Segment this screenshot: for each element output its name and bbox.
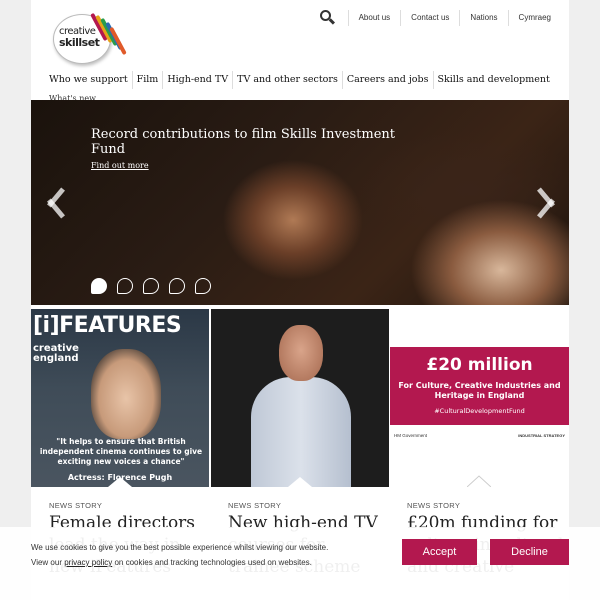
funding-footer: HM Government INDUSTRIAL STRATEGY xyxy=(390,425,569,449)
funding-amount: £20 million xyxy=(426,355,533,375)
nav-who-we-support[interactable]: Who we support xyxy=(45,71,133,89)
funding-banner: £20 million For Culture, Creative Indust… xyxy=(390,347,569,449)
hero-carousel: Record contributions to film Skills Inve… xyxy=(31,100,569,305)
nav-about-us[interactable]: About us xyxy=(347,10,401,26)
image-quote: "It helps to ensure that British indepen… xyxy=(39,437,203,466)
cookie-text: We use cookies to give you the best poss… xyxy=(31,543,329,567)
card-pointer-outline xyxy=(467,475,491,487)
man-photo xyxy=(251,319,351,487)
nav-cymraeg[interactable]: Cymraeg xyxy=(507,10,561,26)
ifeatures-brand: [i]FEATURES xyxy=(33,313,182,338)
carousel-dot[interactable] xyxy=(195,278,211,294)
carousel-dot[interactable] xyxy=(169,278,185,294)
page: creative skillset About us Contact us Na… xyxy=(31,0,569,600)
nav-contact-us[interactable]: Contact us xyxy=(400,10,459,26)
nav-high-end-tv[interactable]: High-end TV xyxy=(163,71,234,89)
nav-film[interactable]: Film xyxy=(133,71,164,89)
logo-text-skillset: skillset xyxy=(59,36,100,49)
hero-title: Record contributions to film Skills Inve… xyxy=(91,127,396,157)
actress-photo xyxy=(91,349,161,439)
carousel-dots xyxy=(91,278,211,294)
story-label: NEWS STORY xyxy=(49,501,103,510)
carousel-dot[interactable] xyxy=(143,278,159,294)
nav-nations[interactable]: Nations xyxy=(459,10,507,26)
search-icon[interactable] xyxy=(318,10,338,26)
card-image-portrait[interactable] xyxy=(211,309,389,487)
creative-skillset-logo[interactable]: creative skillset xyxy=(51,10,127,66)
card-image-funding[interactable]: £20 million For Culture, Creative Indust… xyxy=(390,309,569,487)
card-pointer xyxy=(108,477,132,487)
utility-nav: About us Contact us Nations Cymraeg xyxy=(318,10,561,26)
industrial-strategy-logo: INDUSTRIAL STRATEGY xyxy=(518,433,565,438)
privacy-policy-link[interactable]: privacy policy xyxy=(64,558,112,567)
nav-skills-and-development[interactable]: Skills and development xyxy=(434,71,554,89)
carousel-dot[interactable] xyxy=(117,278,133,294)
main-nav: Who we support Film High-end TV TV and o… xyxy=(45,70,554,90)
creative-england-brand: creative england xyxy=(33,343,79,364)
card-image-ifeatures[interactable]: [i]FEATURES creative england "It helps to… xyxy=(31,309,209,487)
carousel-prev-arrow-icon[interactable] xyxy=(43,185,67,219)
story-label: NEWS STORY xyxy=(407,501,461,510)
carousel-dot[interactable] xyxy=(91,278,107,294)
cookie-banner: We use cookies to give you the best poss… xyxy=(0,527,600,600)
nav-careers-and-jobs[interactable]: Careers and jobs xyxy=(343,71,434,89)
story-label: NEWS STORY xyxy=(228,501,282,510)
hero-find-out-more-link[interactable]: Find out more xyxy=(91,161,149,170)
hm-government-logo: HM Government xyxy=(394,433,428,438)
funding-hashtag: #CulturalDevelopmentFund xyxy=(434,407,525,415)
card-pointer xyxy=(288,477,312,487)
accept-button[interactable]: Accept xyxy=(402,539,477,565)
carousel-next-arrow-icon[interactable] xyxy=(533,185,557,219)
nav-tv-and-other-sectors[interactable]: TV and other sectors xyxy=(233,71,343,89)
decline-button[interactable]: Decline xyxy=(490,539,569,565)
funding-subtitle: For Culture, Creative Industries and Her… xyxy=(398,381,561,400)
